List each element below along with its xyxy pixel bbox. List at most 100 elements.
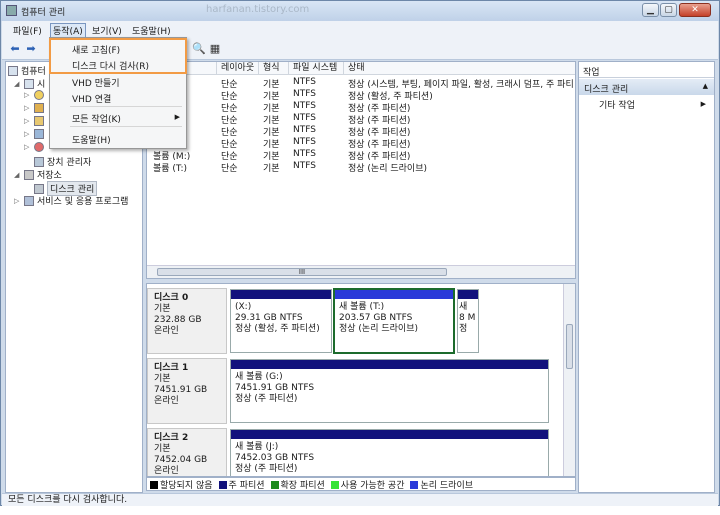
forward-arrow-icon[interactable]: ➡ — [24, 42, 38, 56]
partition-j[interactable]: 새 볼륨 (J:) 7452.03 GB NTFS 정상 (주 파티션) — [230, 429, 549, 476]
disk-2-label[interactable]: 디스크 2 기본 7452.04 GB 온라인 — [147, 428, 227, 476]
volume-cell-fs[interactable]: NTFS — [293, 149, 316, 159]
menu-bar: 파일(F) 동작(A) 보기(V) 도움말(H) — [2, 21, 718, 38]
scroll-thumb[interactable]: III — [157, 268, 447, 276]
tree-storage-label: 저장소 — [37, 171, 62, 181]
tree-shared-folders[interactable]: ▷ — [24, 116, 44, 126]
disk-1-label[interactable]: 디스크 1 기본 7451.91 GB 온라인 — [147, 358, 227, 424]
menu-separator — [70, 106, 182, 107]
legend-label: 사용 가능한 공간 — [340, 480, 405, 491]
legend-unallocated: 할당되지 않음 — [150, 478, 213, 491]
tree-device-manager-label: 장치 관리자 — [47, 158, 92, 168]
tree-storage[interactable]: ◢ 저장소 — [14, 168, 62, 181]
maximize-button[interactable]: ▢ — [660, 3, 677, 17]
back-arrow-icon[interactable]: ⬅ — [8, 42, 22, 56]
tree-task-scheduler[interactable]: ▷ — [24, 90, 44, 100]
menu-item-all-tasks[interactable]: 모든 작업(K) — [72, 112, 121, 125]
column-header-layout[interactable]: 레이아웃 — [217, 62, 259, 75]
tree-local-users[interactable]: ▷ — [24, 129, 44, 139]
volume-cell-fs[interactable]: NTFS — [293, 113, 316, 123]
legend-label: 확장 파티션 — [280, 480, 325, 491]
column-header-type[interactable]: 형식 — [259, 62, 289, 75]
volume-cell-fs[interactable]: NTFS — [293, 77, 316, 87]
vertical-scrollbar[interactable] — [563, 284, 575, 476]
partition-size: 203.57 GB NTFS — [339, 313, 413, 323]
partition-g[interactable]: 새 볼륨 (G:) 7451.91 GB NTFS 정상 (주 파티션) — [230, 359, 549, 423]
expand-arrow-icon[interactable]: ▷ — [24, 117, 31, 125]
menu-help[interactable]: 도움말(H) — [132, 24, 171, 37]
disk-map: 디스크 0 기본 232.88 GB 온라인 (X:) 29.31 GB NTF… — [146, 283, 576, 477]
partition-title: 새 볼륨 (T:) — [339, 302, 385, 312]
partition-t[interactable]: 새 볼륨 (T:) 203.57 GB NTFS 정상 (논리 드라이브) — [333, 288, 455, 354]
disk-state: 온라인 — [154, 396, 179, 406]
menu-item-create-vhd[interactable]: VHD 만들기 — [72, 76, 120, 89]
column-header-filesystem[interactable]: 파일 시스템 — [289, 62, 344, 75]
actions-section-disk-management[interactable]: 디스크 관리 ▲ — [579, 79, 714, 95]
tree-event-viewer[interactable]: ▷ — [24, 103, 44, 113]
folder-icon — [34, 116, 44, 126]
expand-arrow-icon[interactable]: ▷ — [24, 130, 31, 138]
properties-icon[interactable]: ▦ — [208, 42, 222, 56]
zoom-icon[interactable]: 🔍 — [192, 42, 206, 56]
disk-size: 7451.91 GB — [154, 385, 208, 395]
highlight-annotation — [49, 38, 187, 74]
submenu-arrow-icon: ▶ — [174, 113, 180, 121]
tree-device-manager[interactable]: 장치 관리자 — [34, 155, 91, 168]
legend: 할당되지 않음 주 파티션 확장 파티션 사용 가능한 공간 논리 드라이브 — [146, 477, 576, 491]
minimize-button[interactable]: ▁ — [642, 3, 659, 17]
partition-status: 정상 (주 파티션) — [235, 394, 298, 404]
storage-icon — [24, 169, 34, 180]
logical-drive-bar — [335, 290, 453, 299]
tree-services[interactable]: ▷ 서비스 및 응용 프로그램 — [14, 194, 128, 207]
partition-title: 새 — [459, 302, 468, 312]
collapse-arrow-icon[interactable]: ◢ — [14, 171, 21, 179]
legend-primary: 주 파티션 — [218, 478, 265, 491]
volume-cell-status[interactable]: 정상 (논리 드라이브) — [348, 161, 427, 174]
partition-status: 정상 (논리 드라이브) — [339, 324, 418, 334]
legend-label: 할당되지 않음 — [160, 480, 213, 491]
horizontal-scrollbar[interactable]: III — [147, 265, 575, 278]
clock-icon — [34, 90, 44, 100]
tools-icon — [24, 78, 34, 89]
volume-cell-fs[interactable]: NTFS — [293, 161, 316, 171]
partition-x[interactable]: (X:) 29.31 GB NTFS 정상 (활성, 주 파티션) — [230, 289, 332, 353]
disk-size: 232.88 GB — [154, 315, 202, 325]
app-icon — [6, 5, 17, 16]
more-actions-item[interactable]: 기타 작업 — [599, 98, 635, 111]
collapse-up-icon[interactable]: ▲ — [703, 82, 708, 90]
menu-view[interactable]: 보기(V) — [92, 24, 122, 37]
partition-status: 정 — [459, 324, 468, 334]
tree-performance[interactable]: ▷ — [24, 142, 44, 152]
partition-size: 29.31 GB NTFS — [235, 313, 303, 323]
close-button[interactable]: ✕ — [679, 3, 711, 17]
expand-arrow-icon[interactable]: ▷ — [24, 104, 31, 112]
expand-arrow-icon[interactable]: ▷ — [14, 197, 21, 205]
partition-small[interactable]: 새 8 M 정 — [457, 289, 479, 353]
expand-arrow-icon[interactable]: ▷ — [24, 91, 31, 99]
bottom-strip — [0, 506, 720, 515]
tree-system-tools[interactable]: ◢ 시 — [14, 77, 45, 90]
volume-cell-name[interactable]: 볼륨 (T:) — [153, 161, 187, 174]
volume-cell-layout[interactable]: 단순 — [221, 161, 238, 174]
expand-arrow-icon[interactable]: ▷ — [24, 143, 31, 151]
actions-section-label: 디스크 관리 — [584, 85, 629, 95]
legend-label: 주 파티션 — [228, 480, 265, 491]
collapse-arrow-icon[interactable]: ◢ — [14, 80, 21, 88]
legend-label: 논리 드라이브 — [420, 480, 474, 491]
partition-size: 8 M — [459, 313, 476, 323]
menu-action[interactable]: 동작(A) — [50, 23, 86, 38]
title-bar[interactable]: 컴퓨터 관리 harfanan.tistory.com ▁ ▢ ✕ — [1, 1, 719, 21]
menu-item-help[interactable]: 도움말(H) — [72, 133, 111, 146]
volume-cell-fs[interactable]: NTFS — [293, 125, 316, 135]
volume-cell-fs[interactable]: NTFS — [293, 89, 316, 99]
submenu-arrow-icon[interactable]: ▶ — [701, 100, 706, 108]
background-url-text: harfanan.tistory.com — [206, 4, 310, 15]
scroll-thumb[interactable] — [566, 324, 573, 369]
menu-item-attach-vhd[interactable]: VHD 연결 — [72, 92, 111, 105]
volume-cell-type[interactable]: 기본 — [263, 161, 280, 174]
volume-cell-fs[interactable]: NTFS — [293, 137, 316, 147]
column-header-status[interactable]: 상태 — [344, 62, 575, 75]
disk-0-label[interactable]: 디스크 0 기본 232.88 GB 온라인 — [147, 288, 227, 354]
menu-file[interactable]: 파일(F) — [13, 24, 42, 37]
volume-cell-fs[interactable]: NTFS — [293, 101, 316, 111]
